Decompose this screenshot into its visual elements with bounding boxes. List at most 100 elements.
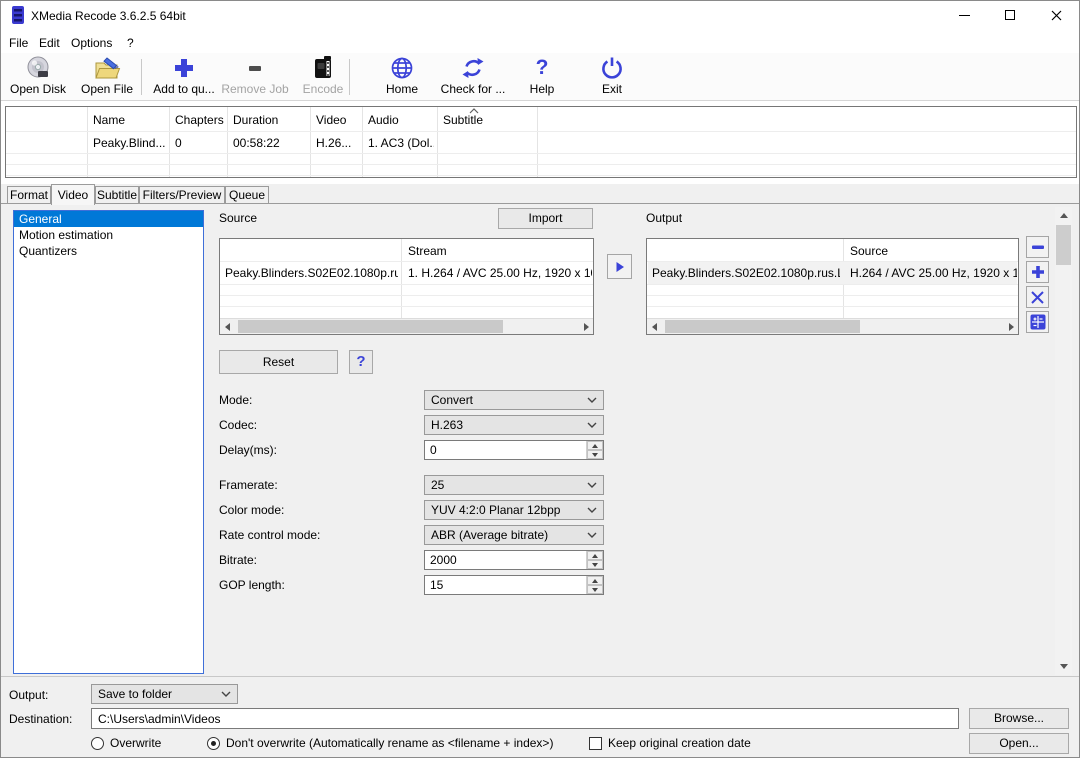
column-divider[interactable] bbox=[169, 107, 170, 177]
remove-job-button: Remove Job bbox=[220, 55, 290, 99]
column-header-chapters[interactable]: Chapters bbox=[175, 113, 227, 127]
sidebar-item-quantizers[interactable]: Quantizers bbox=[14, 243, 203, 259]
color-mode-select[interactable]: YUV 4:2:0 Planar 12bpp bbox=[424, 500, 604, 520]
rate-control-select[interactable]: ABR (Average bitrate) bbox=[424, 525, 604, 545]
maximize-button[interactable] bbox=[987, 1, 1033, 29]
scroll-thumb[interactable] bbox=[1056, 225, 1071, 265]
tab-format[interactable]: Format bbox=[7, 186, 51, 204]
minimize-button[interactable] bbox=[941, 1, 987, 29]
dont-overwrite-radio[interactable]: Don't overwrite (Automatically rename as… bbox=[207, 736, 553, 750]
spin-up-button[interactable] bbox=[587, 551, 603, 560]
output-row-source[interactable]: H.264 / AVC 25.00 Hz, 1920 x 108 bbox=[850, 266, 1017, 280]
spin-down-button[interactable] bbox=[587, 450, 603, 459]
job-row-video[interactable]: H.26... bbox=[316, 136, 360, 150]
check-for-updates-button[interactable]: Check for ... bbox=[434, 55, 512, 99]
scroll-down-icon[interactable] bbox=[1055, 658, 1072, 675]
open-file-button[interactable]: Open File bbox=[75, 55, 139, 99]
column-divider[interactable] bbox=[362, 107, 363, 177]
output-table[interactable]: Source Peaky.Blinders.S02E02.1080p.rus.L… bbox=[646, 238, 1019, 335]
gop-length-input[interactable] bbox=[425, 576, 586, 594]
overwrite-radio[interactable]: Overwrite bbox=[91, 736, 161, 750]
scroll-thumb[interactable] bbox=[665, 320, 860, 333]
spin-down-button[interactable] bbox=[587, 560, 603, 569]
tab-filters-preview[interactable]: Filters/Preview bbox=[139, 186, 225, 204]
open-destination-button[interactable]: Open... bbox=[969, 733, 1069, 754]
scroll-right-icon[interactable] bbox=[1004, 319, 1018, 334]
output-hscrollbar[interactable] bbox=[647, 318, 1018, 334]
menu-edit[interactable]: Edit bbox=[33, 34, 66, 52]
sidebar-item-motion-estimation[interactable]: Motion estimation bbox=[14, 227, 203, 243]
video-tab-page: General Motion estimation Quantizers Sou… bbox=[1, 203, 1080, 677]
mode-select[interactable]: Convert bbox=[424, 390, 604, 410]
exit-button[interactable]: Exit bbox=[584, 55, 640, 99]
menu-help[interactable]: ? bbox=[121, 34, 140, 52]
job-row-audio[interactable]: 1. AC3 (Dol... bbox=[368, 136, 434, 150]
add-stream-button[interactable] bbox=[1026, 261, 1049, 283]
spin-up-button[interactable] bbox=[587, 576, 603, 585]
job-row-chapters[interactable]: 0 bbox=[175, 136, 227, 150]
output-mode-select[interactable]: Save to folder bbox=[91, 684, 238, 704]
job-table[interactable]: Name Chapters Duration Video Audio Subti… bbox=[5, 106, 1077, 178]
column-header-duration[interactable]: Duration bbox=[233, 113, 307, 127]
menu-file[interactable]: File bbox=[3, 34, 34, 52]
column-header-video[interactable]: Video bbox=[316, 113, 360, 127]
browse-button[interactable]: Browse... bbox=[969, 708, 1069, 729]
video-settings-list: General Motion estimation Quantizers bbox=[13, 210, 204, 674]
spin-up-button[interactable] bbox=[587, 441, 603, 450]
column-divider[interactable] bbox=[537, 107, 538, 177]
source-row-stream[interactable]: 1. H.264 / AVC 25.00 Hz, 1920 x 1080 bbox=[408, 266, 592, 280]
column-divider[interactable] bbox=[310, 107, 311, 177]
source-hscrollbar[interactable] bbox=[220, 318, 593, 334]
column-header-name[interactable]: Name bbox=[93, 113, 165, 127]
radio-icon bbox=[91, 737, 104, 750]
scroll-up-icon[interactable] bbox=[1055, 207, 1072, 224]
tab-subtitle[interactable]: Subtitle bbox=[95, 186, 139, 204]
tab-video[interactable]: Video bbox=[51, 184, 95, 205]
delete-stream-button[interactable] bbox=[1026, 286, 1049, 308]
job-row-duration[interactable]: 00:58:22 bbox=[233, 136, 307, 150]
home-button[interactable]: Home bbox=[372, 55, 432, 99]
scroll-right-icon[interactable] bbox=[579, 319, 593, 334]
add-to-queue-button[interactable]: Add to qu... bbox=[149, 55, 219, 99]
framerate-select[interactable]: 25 bbox=[424, 475, 604, 495]
transfer-stream-button[interactable] bbox=[607, 254, 632, 279]
source-row-file[interactable]: Peaky.Blinders.S02E02.1080p.ru... bbox=[225, 266, 398, 280]
scroll-thumb[interactable] bbox=[238, 320, 503, 333]
output-source-header[interactable]: Source bbox=[850, 244, 1010, 258]
reset-button[interactable]: Reset bbox=[219, 350, 338, 374]
bitrate-input[interactable] bbox=[425, 551, 586, 569]
import-button[interactable]: Import bbox=[498, 208, 593, 229]
page-vscrollbar[interactable] bbox=[1055, 207, 1072, 675]
keep-creation-date-checkbox[interactable]: Keep original creation date bbox=[589, 736, 751, 750]
help-button[interactable]: ? Help bbox=[514, 55, 570, 99]
remove-stream-button[interactable] bbox=[1026, 236, 1049, 258]
scroll-left-icon[interactable] bbox=[220, 319, 234, 334]
menu-options[interactable]: Options bbox=[65, 34, 118, 52]
sidebar-item-general[interactable]: General bbox=[14, 211, 203, 227]
bitrate-calculator-button[interactable] bbox=[1026, 311, 1049, 333]
delay-label: Delay(ms): bbox=[219, 443, 277, 457]
job-row-name[interactable]: Peaky.Blind... bbox=[93, 136, 165, 150]
tab-queue[interactable]: Queue bbox=[225, 186, 269, 204]
open-disk-button[interactable]: Open Disk bbox=[7, 55, 69, 99]
source-stream-header[interactable]: Stream bbox=[408, 244, 588, 258]
delay-input[interactable] bbox=[425, 441, 586, 459]
spin-down-button[interactable] bbox=[587, 585, 603, 594]
scroll-left-icon[interactable] bbox=[647, 319, 661, 334]
field-help-button[interactable]: ? bbox=[349, 350, 373, 374]
row-divider bbox=[647, 306, 1018, 307]
column-divider[interactable] bbox=[437, 107, 438, 177]
output-row-file[interactable]: Peaky.Blinders.S02E02.1080p.rus.Lo... bbox=[652, 266, 840, 280]
chevron-down-icon bbox=[587, 422, 597, 428]
checkbox-icon bbox=[589, 737, 602, 750]
toolbar-separator bbox=[141, 59, 142, 95]
source-table[interactable]: Stream Peaky.Blinders.S02E02.1080p.ru...… bbox=[219, 238, 594, 335]
job-list-area: Name Chapters Duration Video Audio Subti… bbox=[1, 101, 1080, 184]
column-header-audio[interactable]: Audio bbox=[368, 113, 434, 127]
close-button[interactable] bbox=[1033, 1, 1079, 29]
codec-select[interactable]: H.263 bbox=[424, 415, 604, 435]
column-divider[interactable] bbox=[227, 107, 228, 177]
column-header-subtitle[interactable]: Subtitle bbox=[443, 113, 503, 127]
destination-input[interactable] bbox=[92, 709, 958, 728]
gop-length-spinbox bbox=[424, 575, 604, 595]
